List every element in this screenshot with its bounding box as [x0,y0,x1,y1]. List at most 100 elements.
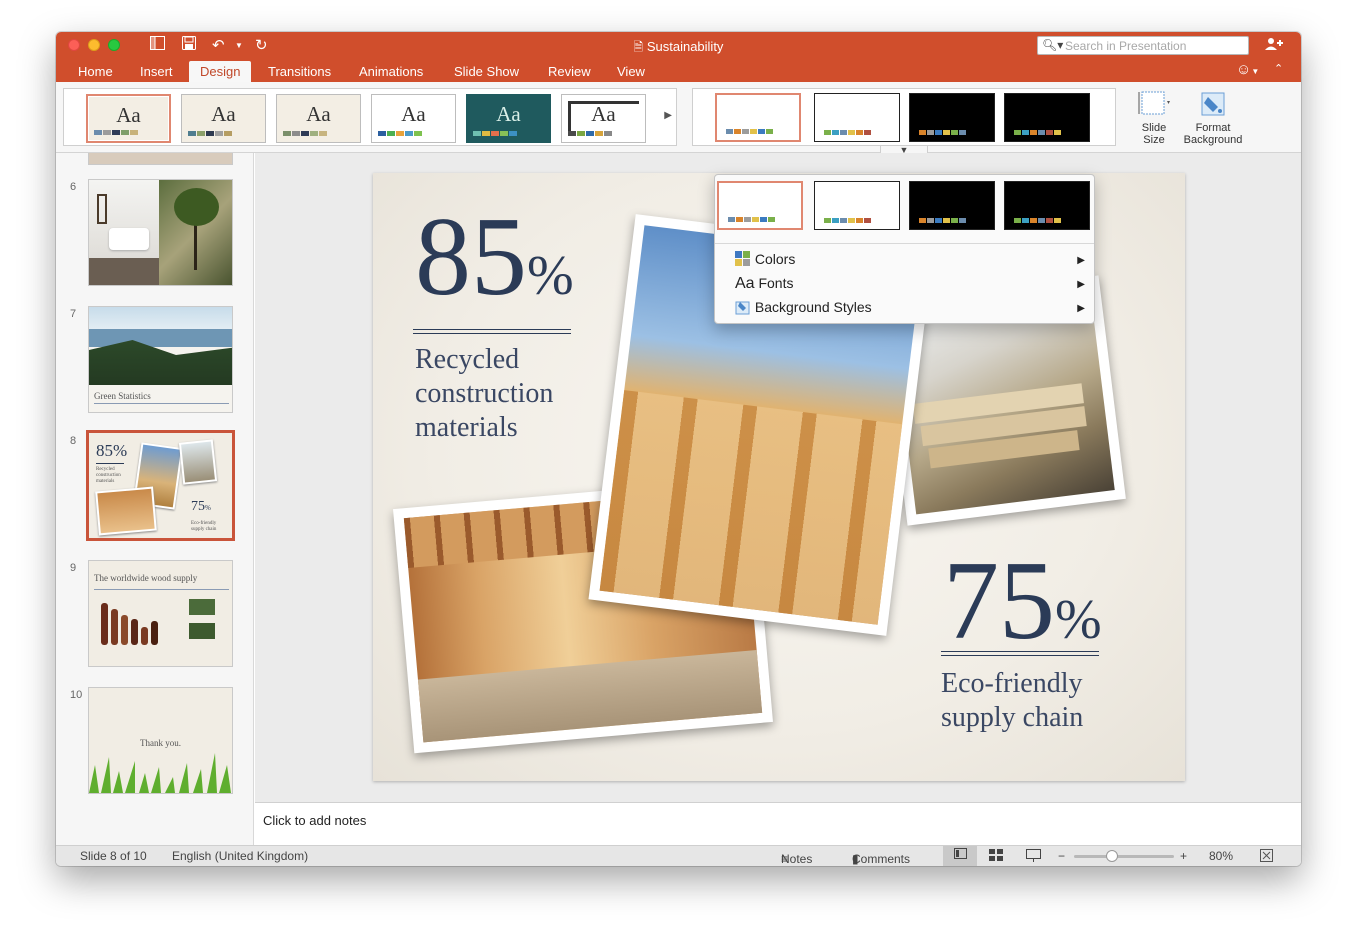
search-input[interactable]: 🔍︎▾ Search in Presentation [1037,36,1249,55]
slide-thumbnail-6[interactable] [88,179,233,286]
tab-home[interactable]: Home [78,64,113,79]
tab-insert[interactable]: Insert [140,64,173,79]
variant-color-swatches [824,130,872,135]
zoom-level[interactable]: 80% [1209,849,1233,863]
menu-item-background-styles[interactable]: Background Styles [735,299,1085,315]
menu-item-fonts[interactable]: Aa Fonts [735,275,1085,293]
tab-transitions[interactable]: Transitions [268,64,331,79]
paint-bucket-icon [735,301,750,315]
status-bar: Slide 8 of 10 English (United Kingdom) ≡… [56,845,1301,866]
notes-pane[interactable]: Click to add notes [255,802,1301,846]
slide-number: 7 [70,308,77,320]
theme-color-swatches [94,130,139,135]
slide-thumbnail-7[interactable]: Green Statistics [88,306,233,413]
stat1-label-line: Recycled [415,344,520,375]
menu-item-label: Background Styles [754,299,872,315]
stat2-rule [941,651,1099,656]
smiley-icon[interactable]: ☺▼ [1236,61,1259,78]
format-background-icon [1201,92,1225,116]
format-background-label: Format Background [1183,122,1243,146]
search-placeholder: Search in Presentation [1065,39,1187,53]
slide-sorter-button[interactable] [989,849,1003,864]
document-icon: 🗎 [633,40,644,54]
window-title-text: Sustainability [646,39,724,54]
stat1-value[interactable]: 85% [415,201,574,332]
variant-color-swatches [919,218,967,223]
tab-review[interactable]: Review [548,64,591,79]
notes-toggle-label: Notes [781,852,813,866]
menu-item-colors[interactable]: Colors [735,251,1085,267]
slide-thumbnail-8[interactable]: 85% Recycled construction materials 75% Ec… [86,430,235,541]
chevron-up-icon[interactable]: ⌃ [1274,62,1283,75]
stat2-label[interactable]: Eco-friendly supply chain [941,667,1083,735]
slide-number: 9 [70,562,77,574]
stat2-label-line: Eco-friendly [941,668,1083,699]
slide-thumbnail-10[interactable]: Thank you. [88,687,233,794]
fit-to-window-icon[interactable] [1260,849,1273,865]
dropdown-variant-thumbnail[interactable] [814,181,900,230]
stat2-number: 75 [943,539,1055,663]
variants-gallery [692,88,1116,146]
variant-color-swatches [726,129,774,134]
search-icon: 🔍︎▾ [1042,38,1064,52]
normal-view-button[interactable] [943,846,977,866]
slide-counter: Slide 8 of 10 [80,849,147,863]
slide-size-button[interactable]: Slide Size [1130,89,1178,146]
theme-preview-text: Aa [306,102,331,126]
theme-thumbnail[interactable]: Aa [181,94,266,143]
dropdown-variant-thumbnail[interactable] [1004,181,1090,230]
slide-thumbnails-pane[interactable]: 6 7 Green Statistics 8 85% Recycled const… [56,153,254,846]
slide-thumbnail-title: 85% [96,441,128,460]
variant-color-swatches [728,217,776,222]
ribbon-variant-thumbnail[interactable] [1004,93,1090,142]
dropdown-variant-thumbnail[interactable] [909,181,995,230]
tab-slide-show[interactable]: Slide Show [454,64,519,79]
variants-dropdown: Colors ▶ Aa Fonts ▶ Background Styles ▶ [714,174,1095,324]
zoom-slider[interactable] [1074,850,1174,862]
zoom-in-button[interactable]: + [1180,849,1187,863]
comments-toggle-label: Comments [852,852,911,866]
notes-placeholder: Click to add notes [263,813,367,828]
ribbon-variant-thumbnail[interactable] [814,93,900,142]
theme-thumbnail[interactable]: Aa [276,94,361,143]
theme-preview-text: Aa [496,102,521,126]
format-background-button[interactable]: Format Background [1180,89,1246,146]
theme-thumbnail[interactable]: Aa [371,94,456,143]
ribbon-variant-thumbnail[interactable] [715,93,801,142]
menu-item-label: Fonts [758,275,794,291]
stat1-unit: % [527,245,574,307]
dropdown-variant-thumbnail[interactable] [717,181,803,230]
stat2-label-line: supply chain [941,702,1084,733]
stat1-label[interactable]: Recycled construction materials [415,343,553,445]
menu-item-label: Colors [754,251,796,267]
grass-illustration [89,753,231,793]
slide-thumbnail-partial[interactable] [88,153,233,165]
stat1-label-line: materials [415,412,518,443]
colors-grid-icon [735,251,750,266]
zoom-slider-thumb[interactable] [1106,850,1118,862]
gallery-next-icon[interactable]: ▶ [664,110,672,121]
theme-thumbnail[interactable]: Aa [466,94,551,143]
theme-color-swatches [473,131,518,136]
tab-view[interactable]: View [617,64,645,79]
submenu-arrow-icon: ▶ [1077,279,1085,290]
stat2-value[interactable]: 75% [943,545,1102,676]
theme-thumbnail[interactable]: Aa [561,94,646,143]
dropdown-divider [715,243,1094,244]
variant-color-swatches [1014,218,1062,223]
theme-preview-text: Aa [401,102,426,126]
submenu-arrow-icon: ▶ [1077,303,1085,314]
tab-animations[interactable]: Animations [359,64,423,79]
tab-design[interactable]: Design [189,61,252,82]
theme-thumbnail[interactable]: Aa [86,94,171,143]
slide-size-icon [1138,91,1170,115]
zoom-out-button[interactable]: − [1058,849,1065,863]
slide-thumbnail-9[interactable]: The worldwide wood supply [88,560,233,667]
stat1-number: 85 [415,195,527,319]
reading-view-button[interactable] [1026,849,1041,865]
variant-color-swatches [824,218,872,223]
slide-sorter-icon [989,849,1003,861]
add-person-icon[interactable] [1265,37,1283,54]
ribbon-variant-thumbnail[interactable] [909,93,995,142]
language-indicator[interactable]: English (United Kingdom) [172,849,308,863]
